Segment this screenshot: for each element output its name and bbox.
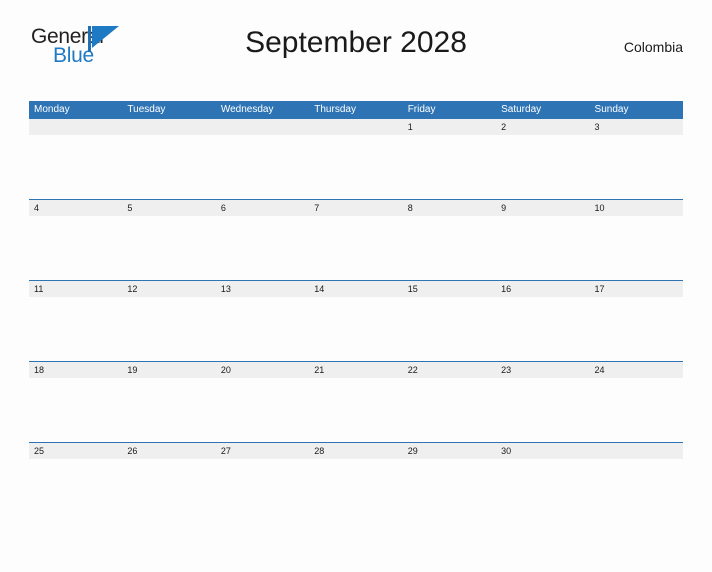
day-note-area[interactable] xyxy=(122,378,215,442)
country-label: Colombia xyxy=(623,39,683,55)
day-note-area[interactable] xyxy=(403,378,496,442)
day-cell[interactable]: 10 xyxy=(590,200,683,216)
day-cell[interactable]: 28 xyxy=(309,443,402,459)
weekday-header-wednesday: Wednesday xyxy=(220,104,274,115)
weekday-header-row: Monday Tuesday Wednesday Thursday Friday… xyxy=(29,101,683,118)
calendar-week-row: 11 12 13 14 15 16 17 xyxy=(29,280,683,361)
day-note-area[interactable] xyxy=(309,459,402,523)
week-date-band: 1 2 3 xyxy=(29,119,683,135)
weekday-header-monday: Monday xyxy=(34,104,70,115)
week-body-row xyxy=(29,216,683,280)
day-note-area[interactable] xyxy=(590,459,683,523)
week-body-row xyxy=(29,459,683,523)
week-date-band: 25 26 27 28 29 30 xyxy=(29,443,683,459)
weekday-header-thursday: Thursday xyxy=(314,104,356,115)
day-note-area[interactable] xyxy=(29,459,122,523)
weekday-header-tuesday: Tuesday xyxy=(127,104,166,115)
day-cell[interactable]: 29 xyxy=(403,443,496,459)
day-cell[interactable]: 15 xyxy=(403,281,496,297)
day-cell[interactable]: 25 xyxy=(29,443,122,459)
day-cell[interactable]: 4 xyxy=(29,200,122,216)
page-header: General Blue September 2028 Colombia xyxy=(29,22,683,76)
day-note-area[interactable] xyxy=(309,216,402,280)
week-date-band: 18 19 20 21 22 23 24 xyxy=(29,362,683,378)
day-note-area[interactable] xyxy=(309,297,402,361)
day-note-area[interactable] xyxy=(403,459,496,523)
calendar-week-row: 25 26 27 28 29 30 xyxy=(29,442,683,523)
day-cell[interactable]: 18 xyxy=(29,362,122,378)
day-cell[interactable]: 26 xyxy=(122,443,215,459)
day-cell[interactable]: 27 xyxy=(216,443,309,459)
day-cell[interactable]: 24 xyxy=(590,362,683,378)
day-cell[interactable]: 22 xyxy=(403,362,496,378)
weekday-header-friday: Friday xyxy=(407,104,436,115)
weekday-header-saturday: Saturday xyxy=(501,104,542,115)
day-note-area[interactable] xyxy=(309,378,402,442)
day-cell[interactable]: 19 xyxy=(122,362,215,378)
day-cell[interactable] xyxy=(590,443,683,459)
day-cell[interactable]: 14 xyxy=(309,281,402,297)
day-cell[interactable]: 30 xyxy=(496,443,589,459)
calendar-week-row: 4 5 6 7 8 9 10 xyxy=(29,199,683,280)
day-cell[interactable]: 13 xyxy=(216,281,309,297)
week-body-row xyxy=(29,297,683,361)
day-cell[interactable]: 2 xyxy=(496,119,589,135)
day-note-area[interactable] xyxy=(403,297,496,361)
day-note-area[interactable] xyxy=(29,297,122,361)
day-note-area[interactable] xyxy=(309,135,402,199)
day-note-area[interactable] xyxy=(122,135,215,199)
day-note-area[interactable] xyxy=(122,459,215,523)
day-cell[interactable]: 21 xyxy=(309,362,402,378)
day-note-area[interactable] xyxy=(403,135,496,199)
day-note-area[interactable] xyxy=(496,378,589,442)
calendar-grid: Monday Tuesday Wednesday Thursday Friday… xyxy=(29,101,683,523)
week-body-row xyxy=(29,378,683,442)
weekday-header-sunday: Sunday xyxy=(594,104,629,115)
week-date-band: 11 12 13 14 15 16 17 xyxy=(29,281,683,297)
calendar-week-row: 18 19 20 21 22 23 24 xyxy=(29,361,683,442)
day-note-area[interactable] xyxy=(403,216,496,280)
day-cell[interactable] xyxy=(216,119,309,135)
day-note-area[interactable] xyxy=(122,216,215,280)
day-note-area[interactable] xyxy=(216,378,309,442)
day-cell[interactable]: 20 xyxy=(216,362,309,378)
day-cell[interactable] xyxy=(122,119,215,135)
day-note-area[interactable] xyxy=(216,297,309,361)
day-note-area[interactable] xyxy=(496,216,589,280)
day-note-area[interactable] xyxy=(122,297,215,361)
day-note-area[interactable] xyxy=(216,216,309,280)
week-body-row xyxy=(29,135,683,199)
day-note-area[interactable] xyxy=(590,135,683,199)
day-note-area[interactable] xyxy=(496,459,589,523)
week-date-band: 4 5 6 7 8 9 10 xyxy=(29,200,683,216)
day-note-area[interactable] xyxy=(216,135,309,199)
day-note-area[interactable] xyxy=(29,216,122,280)
day-note-area[interactable] xyxy=(216,459,309,523)
day-cell[interactable]: 8 xyxy=(403,200,496,216)
day-note-area[interactable] xyxy=(496,135,589,199)
day-cell[interactable]: 3 xyxy=(590,119,683,135)
page-title: September 2028 xyxy=(245,26,467,59)
day-cell[interactable]: 7 xyxy=(309,200,402,216)
day-note-area[interactable] xyxy=(496,297,589,361)
day-note-area[interactable] xyxy=(590,378,683,442)
day-cell[interactable] xyxy=(309,119,402,135)
day-cell[interactable]: 9 xyxy=(496,200,589,216)
day-cell[interactable] xyxy=(29,119,122,135)
day-cell[interactable]: 1 xyxy=(403,119,496,135)
day-cell[interactable]: 23 xyxy=(496,362,589,378)
day-cell[interactable]: 6 xyxy=(216,200,309,216)
day-cell[interactable]: 5 xyxy=(122,200,215,216)
day-cell[interactable]: 12 xyxy=(122,281,215,297)
day-cell[interactable]: 16 xyxy=(496,281,589,297)
day-note-area[interactable] xyxy=(590,216,683,280)
calendar-week-row: 1 2 3 xyxy=(29,118,683,199)
day-note-area[interactable] xyxy=(590,297,683,361)
day-note-area[interactable] xyxy=(29,135,122,199)
day-note-area[interactable] xyxy=(29,378,122,442)
day-cell[interactable]: 17 xyxy=(590,281,683,297)
day-cell[interactable]: 11 xyxy=(29,281,122,297)
